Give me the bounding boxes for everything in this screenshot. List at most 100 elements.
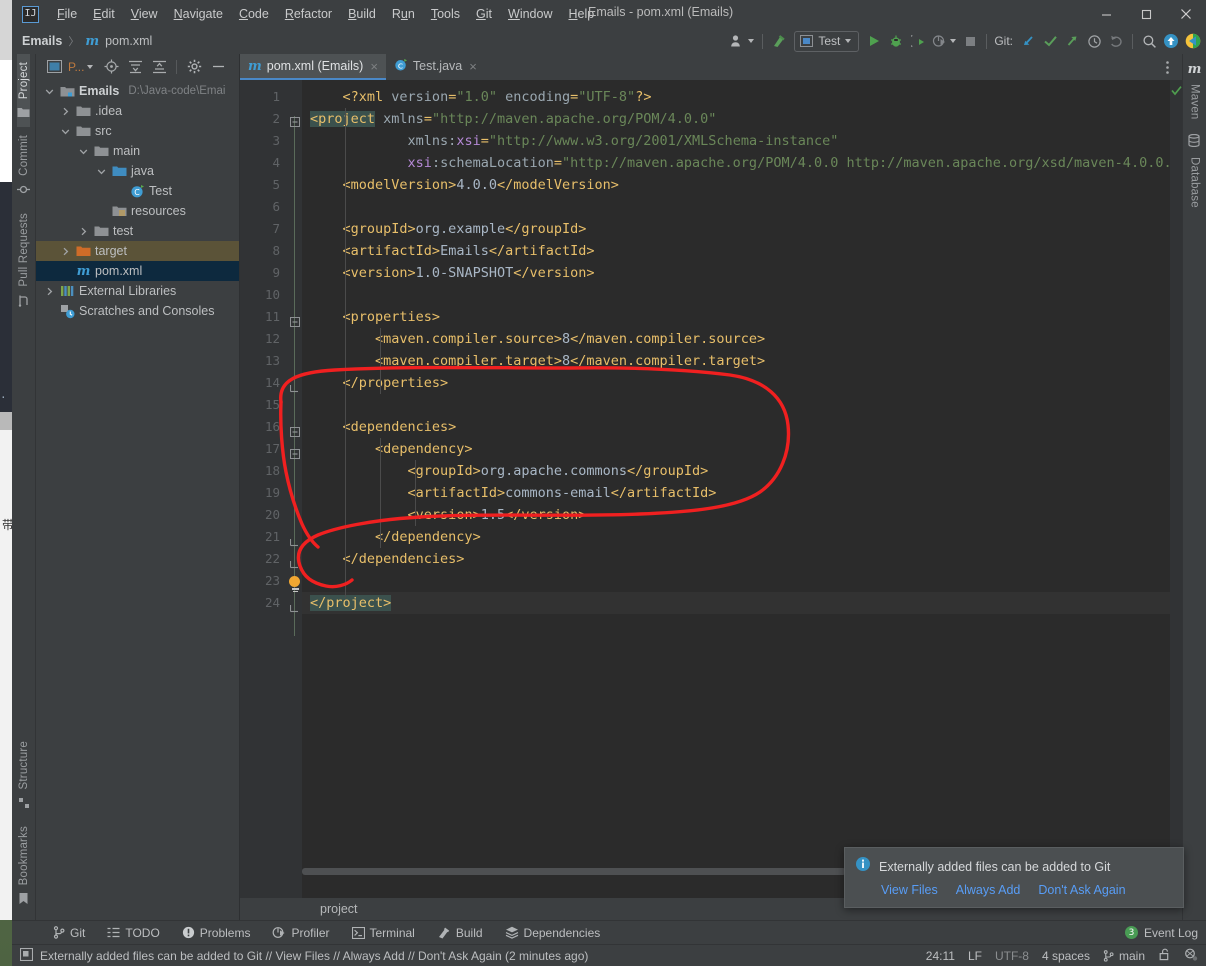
menu-git[interactable]: Git	[468, 4, 500, 24]
tool-button-git[interactable]: Git	[42, 921, 96, 945]
twisty-down-icon[interactable]	[58, 127, 72, 136]
tree-item-pom-xml[interactable]: m pom.xml	[36, 261, 239, 281]
menu-build[interactable]: Build	[340, 4, 384, 24]
editor-tab-options[interactable]	[1160, 54, 1182, 80]
run-with-coverage-icon[interactable]	[907, 29, 929, 53]
menu-run[interactable]: Run	[384, 4, 423, 24]
twisty-right-icon[interactable]	[58, 247, 72, 256]
project-view-label[interactable]: P...	[68, 60, 84, 74]
git-history-icon[interactable]	[1083, 29, 1105, 53]
fold-marker-collapse[interactable]	[290, 446, 300, 459]
code-line[interactable]: <artifactId>Emails</artifactId>	[302, 240, 1170, 262]
fold-marker-end[interactable]	[289, 534, 300, 547]
close-icon[interactable]: ×	[469, 59, 477, 74]
code-line[interactable]	[302, 570, 1170, 592]
indent-setting[interactable]: 4 spaces	[1042, 949, 1090, 963]
select-opened-file-icon[interactable]	[100, 56, 122, 77]
notification-action-view-files[interactable]: View Files	[881, 883, 938, 897]
menu-window[interactable]: Window	[500, 4, 560, 24]
tree-item-src[interactable]: src	[36, 121, 239, 141]
sidebar-item-structure[interactable]: Structure	[18, 733, 30, 817]
code-line[interactable]	[302, 284, 1170, 306]
twisty-right-icon[interactable]	[42, 287, 56, 296]
project-view-selector[interactable]	[43, 56, 65, 77]
sidebar-item-database[interactable]: Database	[1188, 126, 1200, 214]
git-commit-icon[interactable]	[1039, 29, 1061, 53]
twisty-down-icon[interactable]	[76, 147, 90, 156]
build-hammer-icon[interactable]	[768, 29, 790, 53]
code-line[interactable]: </properties>	[302, 372, 1170, 394]
fold-marker-collapse[interactable]	[290, 314, 300, 327]
code-line[interactable]: <maven.compiler.target>8</maven.compiler…	[302, 350, 1170, 372]
code-line[interactable]: </dependency>	[302, 526, 1170, 548]
menu-navigate[interactable]: Navigate	[166, 4, 231, 24]
code-line[interactable]: <groupId>org.apache.commons</groupId>	[302, 460, 1170, 482]
twisty-right-icon[interactable]	[76, 227, 90, 236]
debug-icon[interactable]	[885, 29, 907, 53]
code-text[interactable]: <?xml version="1.0" encoding="UTF-8"?> <p…	[302, 80, 1170, 898]
stop-icon[interactable]	[959, 29, 981, 53]
tree-item-main[interactable]: main	[36, 141, 239, 161]
event-log-button[interactable]: 3 Event Log	[1124, 926, 1198, 940]
account-icon[interactable]	[727, 29, 757, 53]
tool-button-todo[interactable]: TODO	[96, 921, 170, 945]
inspection-widget-icon[interactable]	[1184, 948, 1198, 964]
code-line[interactable]: <maven.compiler.source>8</maven.compiler…	[302, 328, 1170, 350]
tree-item-test-folder[interactable]: test	[36, 221, 239, 241]
code-line[interactable]: </dependencies>	[302, 548, 1170, 570]
code-line[interactable]: <dependency>	[302, 438, 1170, 460]
editor-breadcrumb-project[interactable]: project	[320, 902, 358, 916]
tree-item-idea[interactable]: .idea	[36, 101, 239, 121]
menu-code[interactable]: Code	[231, 4, 277, 24]
tool-button-profiler[interactable]: Profiler	[261, 921, 340, 945]
file-encoding[interactable]: UTF-8	[995, 949, 1029, 963]
close-button[interactable]	[1166, 0, 1206, 28]
code-line[interactable]: </project>	[302, 592, 1170, 614]
code-line[interactable]: <dependencies>	[302, 416, 1170, 438]
status-message-icon[interactable]	[19, 947, 34, 964]
twisty-right-icon[interactable]	[58, 107, 72, 116]
twisty-down-icon[interactable]	[42, 87, 56, 96]
code-line[interactable]: <properties>	[302, 306, 1170, 328]
minimize-button[interactable]	[1086, 0, 1126, 28]
tree-item-java[interactable]: java	[36, 161, 239, 181]
code-line[interactable]: xmlns:xsi="http://www.w3.org/2001/XMLSch…	[302, 130, 1170, 152]
notification-action-always-add[interactable]: Always Add	[956, 883, 1021, 897]
fold-marker-collapse[interactable]	[290, 114, 300, 127]
code-line[interactable]: xsi:schemaLocation="http://maven.apache.…	[302, 152, 1170, 174]
code-line[interactable]: <project xmlns="http://maven.apache.org/…	[302, 108, 1170, 130]
code-line[interactable]: <?xml version="1.0" encoding="UTF-8"?>	[302, 86, 1170, 108]
hide-panel-icon[interactable]	[207, 56, 229, 77]
code-line[interactable]: <modelVersion>4.0.0</modelVersion>	[302, 174, 1170, 196]
search-everywhere-icon[interactable]	[1138, 29, 1160, 53]
tool-button-terminal[interactable]: Terminal	[341, 921, 426, 945]
sidebar-item-pull-requests[interactable]: Pull Requests	[17, 205, 30, 316]
tool-button-problems[interactable]: Problems	[171, 921, 262, 945]
horizontal-scrollbar-thumb[interactable]	[302, 868, 846, 875]
fold-marker-end[interactable]	[289, 380, 300, 393]
profiler-icon[interactable]	[929, 29, 959, 53]
tree-item-test-class[interactable]: C Test	[36, 181, 239, 201]
expand-all-icon[interactable]	[124, 56, 146, 77]
tree-item-resources[interactable]: resources	[36, 201, 239, 221]
ide-accent-icon[interactable]	[1182, 29, 1204, 53]
code-line[interactable]	[302, 196, 1170, 218]
line-separator[interactable]: LF	[968, 949, 982, 963]
sidebar-item-commit[interactable]: Commit	[17, 127, 30, 205]
git-rollback-icon[interactable]	[1105, 29, 1127, 53]
tree-item-target[interactable]: target	[36, 241, 239, 261]
caret-position[interactable]: 24:11	[926, 949, 955, 963]
menu-edit[interactable]: Edit	[85, 4, 123, 24]
sidebar-item-maven[interactable]: m Maven	[1188, 54, 1202, 126]
code-line[interactable]	[302, 394, 1170, 416]
sidebar-item-bookmarks[interactable]: Bookmarks	[18, 818, 30, 914]
tree-item-external-libraries[interactable]: External Libraries	[36, 281, 239, 301]
code-line[interactable]: <version>1.0-SNAPSHOT</version>	[302, 262, 1170, 284]
git-push-icon[interactable]	[1061, 29, 1083, 53]
fold-marker-collapse[interactable]	[290, 424, 300, 437]
tree-item-emails[interactable]: Emails D:\Java-code\Emai	[36, 81, 239, 101]
code-line[interactable]: <artifactId>commons-email</artifactId>	[302, 482, 1170, 504]
tool-button-dependencies[interactable]: Dependencies	[494, 921, 612, 945]
close-icon[interactable]: ×	[370, 59, 378, 74]
notification-action-dont-ask-again[interactable]: Don't Ask Again	[1038, 883, 1125, 897]
